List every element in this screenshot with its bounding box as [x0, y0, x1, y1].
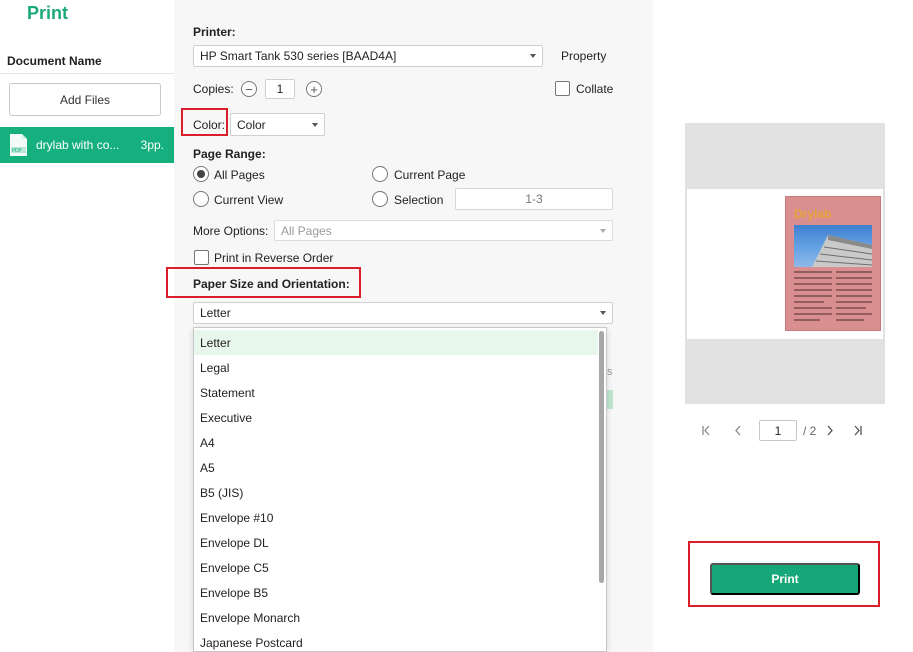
- document-name: drylab with co...: [36, 138, 120, 152]
- selection-radio[interactable]: [372, 191, 388, 207]
- thumbnail-text-line: [794, 319, 820, 321]
- print-preview: Drylab: [685, 123, 885, 404]
- document-name-header: Document Name: [7, 54, 102, 68]
- paper-option-envelope-10[interactable]: Envelope #10: [194, 505, 598, 530]
- more-options-select[interactable]: All Pages: [274, 220, 613, 241]
- pdf-file-icon: PDF: [10, 134, 27, 156]
- print-button[interactable]: Print: [710, 563, 860, 595]
- thumbnail-title: Drylab: [794, 207, 832, 221]
- paper-size-dropdown-list[interactable]: Letter Legal Statement Executive A4 A5 B…: [193, 327, 607, 652]
- all-pages-radio[interactable]: [193, 166, 209, 182]
- sidebar-divider: [0, 73, 174, 74]
- minus-icon: −: [245, 81, 253, 97]
- hidden-option-text: s: [607, 366, 613, 378]
- paper-option-envelope-b5[interactable]: Envelope B5: [194, 580, 598, 605]
- thumbnail-text-line: [794, 295, 832, 297]
- thumbnail-text-line: [836, 277, 872, 279]
- selection-label: Selection: [394, 193, 444, 207]
- color-select-value: Color: [237, 117, 266, 132]
- hidden-option-highlight: [607, 390, 613, 409]
- paper-option-executive[interactable]: Executive: [194, 405, 598, 430]
- next-page-icon[interactable]: [826, 425, 834, 436]
- page-thumbnail: Drylab: [785, 196, 881, 331]
- paper-option-statement[interactable]: Statement: [194, 380, 598, 405]
- paper-option-b5-jis[interactable]: B5 (JIS): [194, 480, 598, 505]
- dropdown-scrollbar[interactable]: [599, 331, 604, 583]
- current-view-radio[interactable]: [193, 191, 209, 207]
- more-options-value: All Pages: [281, 223, 332, 238]
- decrement-copies-button[interactable]: −: [241, 81, 257, 97]
- thumbnail-text-line: [836, 319, 864, 321]
- document-sidebar: Print Document Name Add Files PDF drylab…: [0, 0, 174, 652]
- printer-select-value: HP Smart Tank 530 series [BAAD4A]: [200, 49, 397, 63]
- color-label-highlight: [181, 108, 228, 136]
- svg-text:PDF: PDF: [12, 148, 22, 154]
- chevron-down-icon: [600, 311, 606, 315]
- paper-option-envelope-dl[interactable]: Envelope DL: [194, 530, 598, 555]
- thumbnail-text-line: [836, 289, 872, 291]
- thumbnail-text-line: [836, 301, 872, 303]
- thumbnail-text-line: [836, 307, 866, 309]
- thumbnail-text-line: [794, 301, 824, 303]
- paper-option-a4[interactable]: A4: [194, 430, 598, 455]
- paper-size-value: Letter: [200, 306, 231, 320]
- paper-option-legal[interactable]: Legal: [194, 355, 598, 380]
- paper-option-japanese-postcard[interactable]: Japanese Postcard: [194, 630, 598, 651]
- last-page-icon[interactable]: [853, 425, 863, 436]
- paper-option-a5[interactable]: A5: [194, 455, 598, 480]
- print-dialog: Print Document Name Add Files PDF drylab…: [0, 0, 913, 652]
- current-view-label: Current View: [214, 193, 284, 207]
- paper-size-select[interactable]: Letter: [193, 302, 613, 324]
- paper-option-envelope-c5[interactable]: Envelope C5: [194, 555, 598, 580]
- building-illustration: [812, 235, 872, 267]
- all-pages-label: All Pages: [214, 168, 265, 182]
- app-title: Print: [27, 3, 69, 23]
- paper-option-letter[interactable]: Letter: [194, 330, 598, 355]
- page-range-label: Page Range:: [193, 147, 266, 161]
- copies-input[interactable]: 1: [265, 79, 295, 99]
- thumbnail-text-line: [794, 313, 832, 315]
- increment-copies-button[interactable]: +: [306, 81, 322, 97]
- page-number-input[interactable]: 1: [759, 420, 797, 441]
- thumbnail-text-line: [794, 307, 832, 309]
- thumbnail-text-line: [794, 277, 832, 279]
- thumbnail-text-line: [794, 289, 832, 291]
- collate-label: Collate: [576, 82, 614, 96]
- current-page-radio[interactable]: [372, 166, 388, 182]
- paper-option-envelope-monarch[interactable]: Envelope Monarch: [194, 605, 598, 630]
- thumbnail-building-image: [794, 225, 872, 267]
- thumbnail-text-line: [794, 271, 832, 273]
- chevron-down-icon: [530, 54, 536, 58]
- chevron-down-icon: [600, 228, 606, 233]
- plus-icon: +: [310, 81, 318, 97]
- thumbnail-text-line: [836, 295, 872, 297]
- current-page-label: Current Page: [394, 168, 466, 182]
- more-options-label: More Options:: [193, 224, 269, 238]
- property-link[interactable]: Property: [561, 49, 606, 63]
- paper-size-label: Paper Size and Orientation:: [193, 277, 350, 291]
- document-page-count: 3pp.: [140, 138, 164, 152]
- total-pages: / 2: [803, 424, 817, 438]
- previous-page-icon[interactable]: [734, 425, 742, 436]
- thumbnail-text-line: [794, 283, 832, 285]
- collate-checkbox[interactable]: [555, 81, 570, 96]
- document-list-item[interactable]: PDF drylab with co... 3pp.: [0, 127, 174, 163]
- thumbnail-text-line: [836, 313, 872, 315]
- chevron-down-icon: [312, 122, 318, 127]
- copies-label: Copies:: [193, 82, 234, 96]
- thumbnail-text-line: [836, 283, 872, 285]
- thumbnail-text-line: [836, 271, 872, 273]
- first-page-icon[interactable]: [701, 425, 711, 436]
- reverse-order-checkbox[interactable]: [194, 250, 209, 265]
- printer-label: Printer:: [193, 25, 236, 39]
- reverse-order-label: Print in Reverse Order: [214, 251, 334, 265]
- add-files-button[interactable]: Add Files: [9, 83, 161, 116]
- printer-select[interactable]: HP Smart Tank 530 series [BAAD4A]: [193, 45, 543, 67]
- color-select[interactable]: Color: [230, 113, 325, 136]
- selection-range-input[interactable]: 1-3: [455, 188, 613, 210]
